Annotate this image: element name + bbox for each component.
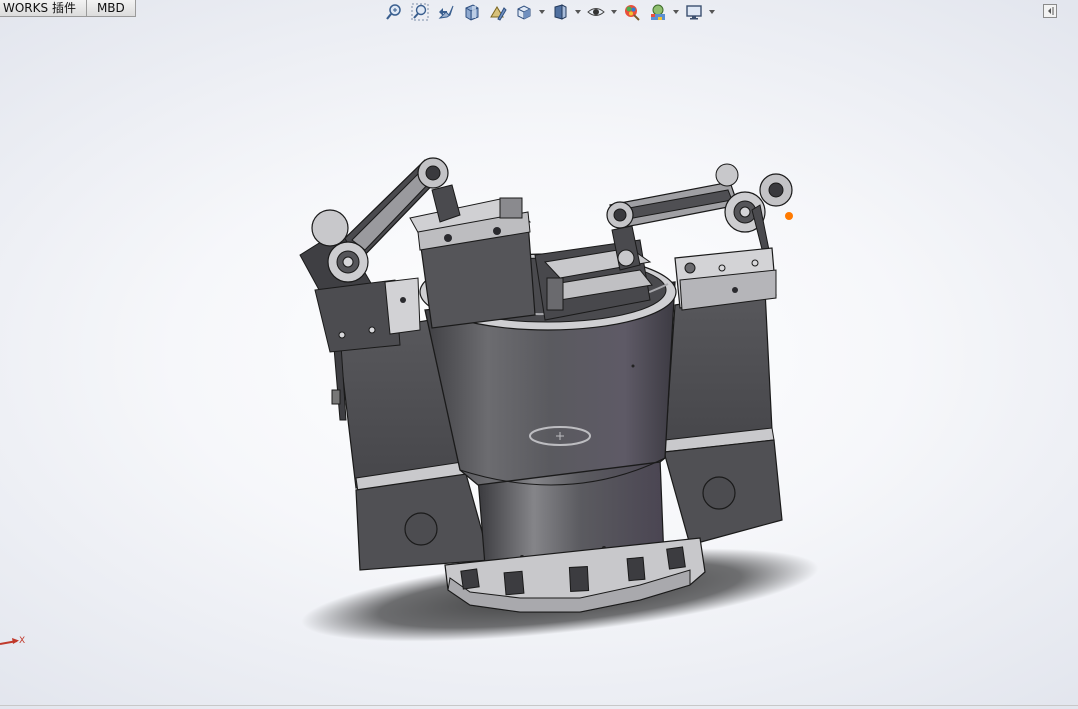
status-divider [0,705,1078,706]
graphics-area[interactable]: WORKS 插件 MBD X [0,0,1078,709]
3d-model[interactable] [0,0,1078,709]
x-axis-label: X [19,636,26,646]
clamp-jaw [409,197,536,329]
right-side-block [663,289,783,546]
reference-triad [0,638,19,645]
selection-point[interactable] [785,212,793,220]
